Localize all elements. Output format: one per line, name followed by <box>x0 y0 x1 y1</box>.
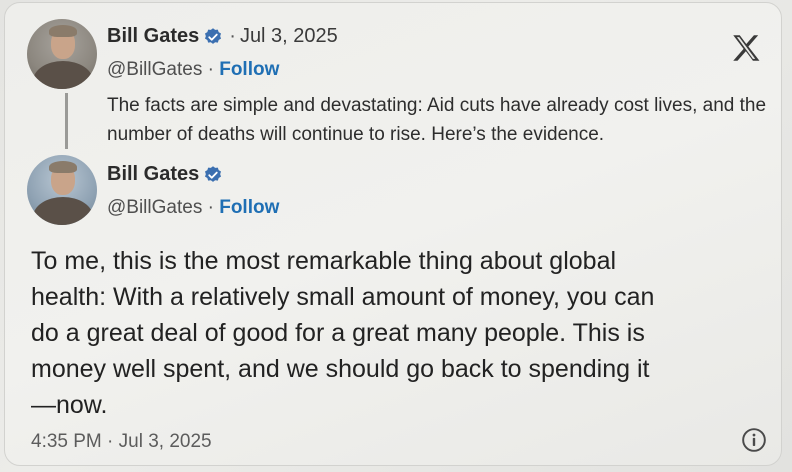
handle-separator: · <box>202 197 220 218</box>
reply-tweet-author-row: Bill Gates <box>107 163 223 186</box>
author-name[interactable]: Bill Gates <box>107 163 199 186</box>
tweet-embed-card: Bill Gates · Jul 3, 2025 @BillGates · Fo… <box>4 2 782 466</box>
quoted-tweet-text: The facts are simple and devastating: Ai… <box>107 95 767 145</box>
verified-badge-icon <box>205 27 222 44</box>
info-icon[interactable] <box>741 427 767 453</box>
author-name[interactable]: Bill Gates <box>107 25 199 48</box>
avatar-hair <box>49 161 77 173</box>
verified-badge-icon <box>205 165 222 182</box>
date-separator: · <box>229 25 236 47</box>
tweet-date[interactable]: Jul 3, 2025 <box>240 25 338 48</box>
tweet-text-line: health: With a relatively small amount o… <box>31 283 655 311</box>
x-logo-icon[interactable] <box>729 31 763 65</box>
thread-connector-line <box>65 93 68 149</box>
screenshot-frame: Bill Gates · Jul 3, 2025 @BillGates · Fo… <box>0 0 792 472</box>
quoted-tweet-handle-row: @BillGates · Follow <box>107 59 279 81</box>
tweet-text-line: To me, this is the most remarkable thing… <box>31 247 617 275</box>
reply-tweet-handle-row: @BillGates · Follow <box>107 197 279 219</box>
handle-separator: · <box>202 59 220 80</box>
follow-button[interactable]: Follow <box>219 197 279 218</box>
quoted-tweet-author-row: Bill Gates · Jul 3, 2025 <box>107 25 338 48</box>
avatar[interactable] <box>27 155 97 225</box>
follow-button[interactable]: Follow <box>219 59 279 80</box>
tweet-text-line: money well spent, and we should go back … <box>31 355 650 383</box>
tweet-body-text: To me, this is the most remarkable thing… <box>31 243 771 423</box>
tweet-timestamp[interactable]: 4:35 PM · Jul 3, 2025 <box>31 431 212 453</box>
tweet-text-line: do a great deal of good for a great many… <box>31 319 645 347</box>
avatar[interactable] <box>27 19 97 89</box>
author-handle[interactable]: @BillGates <box>107 59 202 80</box>
avatar-hair <box>49 25 77 37</box>
author-handle[interactable]: @BillGates <box>107 197 202 218</box>
tweet-text-line: —now. <box>31 391 108 419</box>
